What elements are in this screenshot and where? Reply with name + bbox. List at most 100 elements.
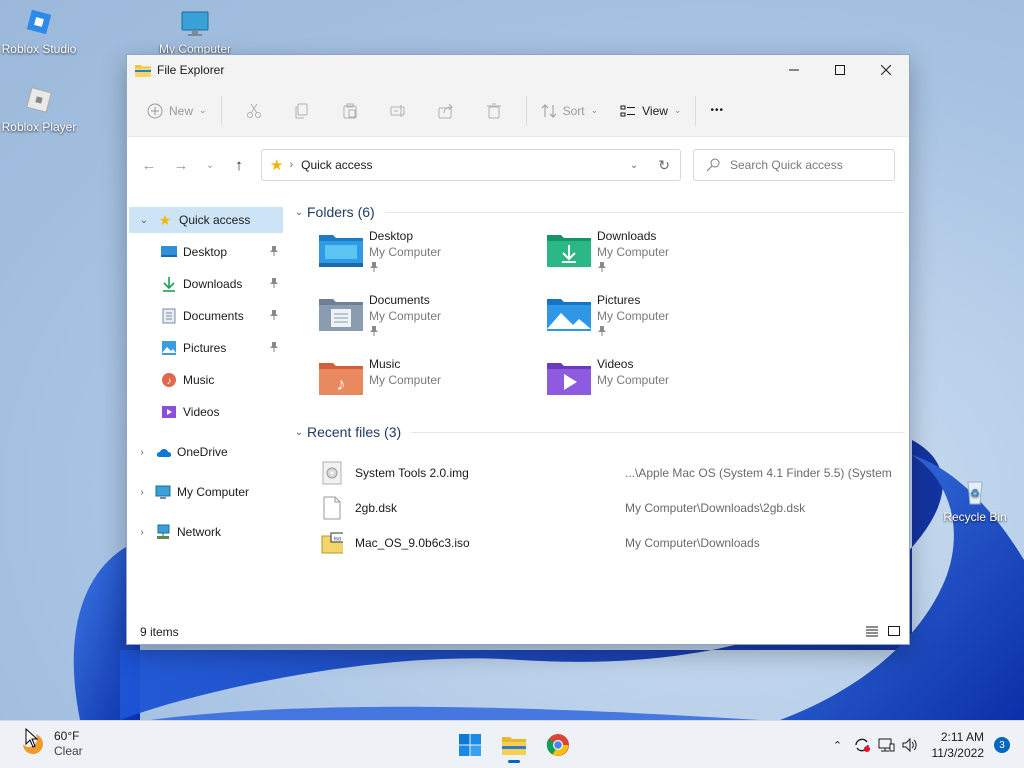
chevron-right-icon: ›: [140, 486, 144, 498]
folder-tile-pictures[interactable]: Pictures My Computer: [547, 293, 775, 345]
desktop-icon-recycle-bin[interactable]: ♻ Recycle Bin: [935, 476, 1015, 524]
documents-folder-icon: [319, 299, 363, 331]
divider: [695, 95, 697, 126]
close-button[interactable]: [863, 55, 909, 85]
desktop-icon-roblox-studio[interactable]: Roblox Studio: [0, 8, 79, 56]
share-icon: [438, 103, 453, 118]
chevron-down-icon: ⌄: [590, 105, 599, 115]
recent-locations-button[interactable]: ⌄: [197, 149, 223, 181]
paste-button[interactable]: [326, 95, 374, 127]
nav-music[interactable]: ♪ Music: [127, 367, 283, 393]
network-status-icon[interactable]: [874, 737, 898, 753]
view-button[interactable]: View ⌄: [614, 95, 687, 127]
notification-badge[interactable]: 3: [994, 737, 1010, 753]
share-button[interactable]: [422, 95, 470, 127]
new-button[interactable]: New ⌄: [141, 95, 213, 127]
pin-icon[interactable]: [269, 309, 279, 324]
pictures-folder-icon: [547, 299, 591, 331]
title-bar[interactable]: File Explorer: [127, 55, 909, 85]
nav-network[interactable]: › Network: [127, 519, 283, 545]
recent-header-label: Recent files (3): [307, 424, 402, 440]
desktop-icon-label: Roblox Player: [1, 120, 77, 134]
taskbar-file-explorer[interactable]: [496, 727, 532, 763]
folder-location: My Computer: [597, 373, 670, 387]
cut-button[interactable]: [230, 95, 278, 127]
video-icon: [161, 404, 177, 420]
recent-file-row[interactable]: System Tools 2.0.img ...\Apple Mac OS (S…: [291, 455, 909, 490]
folder-location: My Computer: [369, 373, 442, 387]
disk-image-icon: [321, 461, 343, 485]
view-label: View: [642, 103, 668, 118]
pin-icon[interactable]: [269, 277, 279, 292]
sort-button[interactable]: Sort ⌄: [535, 95, 605, 127]
monitor-icon: [179, 8, 211, 40]
desktop-icon-my-computer[interactable]: My Computer: [155, 8, 235, 56]
chevron-down-icon: ⌄: [294, 206, 304, 218]
roblox-player-icon: [23, 86, 55, 118]
nav-label: My Computer: [177, 485, 250, 499]
svg-text:♪: ♪: [337, 374, 346, 394]
volume-icon[interactable]: [898, 737, 922, 753]
recent-file-row[interactable]: iso Mac_OS_9.0b6c3.iso My Computer\Downl…: [291, 525, 909, 560]
nav-videos[interactable]: Videos: [127, 399, 283, 425]
delete-button[interactable]: [470, 95, 518, 127]
pin-icon: [369, 325, 441, 340]
refresh-icon[interactable]: ↻: [658, 157, 670, 174]
pin-icon: [597, 261, 669, 276]
maximize-icon: [835, 65, 845, 75]
folders-grid: Desktop My Computer Downloads My Compute…: [319, 229, 909, 409]
taskbar-chrome[interactable]: [540, 727, 576, 763]
folder-tile-videos[interactable]: Videos My Computer: [547, 357, 775, 409]
desktop-icon-roblox-player[interactable]: Roblox Player: [0, 86, 79, 134]
more-button[interactable]: •••: [704, 95, 730, 127]
folder-tile-documents[interactable]: Documents My Computer: [319, 293, 547, 345]
forward-button[interactable]: →: [165, 149, 197, 181]
desktop-folder-icon: [161, 244, 177, 260]
start-button[interactable]: [452, 727, 488, 763]
address-bar[interactable]: ★ › Quick access ⌄ ↻: [261, 149, 681, 181]
search-box[interactable]: Search Quick access: [693, 149, 895, 181]
nav-label: Music: [183, 373, 215, 387]
recent-file-path: ...\Apple Mac OS (System 4.1 Finder 5.5)…: [625, 465, 895, 480]
nav-desktop[interactable]: Desktop: [127, 239, 283, 265]
up-button[interactable]: ↑: [223, 149, 255, 181]
folder-location: My Computer: [597, 309, 670, 323]
monitor-icon: [155, 484, 171, 500]
nav-onedrive[interactable]: › OneDrive: [127, 439, 283, 465]
details-view-icon[interactable]: [865, 625, 879, 640]
nav-documents[interactable]: Documents: [127, 303, 283, 329]
recent-section-header[interactable]: ⌄ Recent files (3): [291, 421, 909, 443]
nav-pictures[interactable]: Pictures: [127, 335, 283, 361]
rename-button[interactable]: [374, 95, 422, 127]
folder-name: Pictures: [597, 293, 641, 307]
arrow-left-icon: ←: [141, 156, 157, 174]
nav-quick-access[interactable]: ⌄ ★ Quick access: [129, 207, 283, 233]
maximize-button[interactable]: [817, 55, 863, 85]
scissors-icon: [246, 103, 261, 118]
address-dropdown-icon[interactable]: ⌄: [630, 160, 638, 171]
recent-file-row[interactable]: 2gb.dsk My Computer\Downloads\2gb.dsk: [291, 490, 909, 525]
sync-icon[interactable]: [850, 737, 874, 753]
back-button[interactable]: ←: [133, 149, 165, 181]
show-hidden-icons-chevron-up-icon[interactable]: ⌃: [826, 739, 850, 752]
breadcrumb[interactable]: Quick access: [301, 158, 372, 172]
clock[interactable]: 2:11 AM 11/3/2022: [932, 729, 985, 761]
nav-my-computer[interactable]: › My Computer: [127, 479, 283, 505]
chrome-icon: [546, 734, 569, 756]
weather-condition: Clear: [54, 744, 83, 758]
folder-tile-music[interactable]: ♪ Music My Computer: [319, 357, 547, 409]
nav-label: Desktop: [183, 245, 228, 259]
pin-icon[interactable]: [269, 245, 279, 260]
divider: [384, 211, 905, 213]
folder-tile-downloads[interactable]: Downloads My Computer: [547, 229, 775, 281]
folders-section-header[interactable]: ⌄ Folders (6): [291, 201, 909, 223]
windows-logo-icon: [459, 734, 481, 756]
document-icon: [161, 308, 177, 324]
nav-downloads[interactable]: Downloads: [127, 271, 283, 297]
copy-button[interactable]: [278, 95, 326, 127]
pin-icon[interactable]: [269, 341, 279, 356]
folder-name: Downloads: [597, 229, 657, 243]
folder-tile-desktop[interactable]: Desktop My Computer: [319, 229, 547, 281]
tiles-view-icon[interactable]: [887, 625, 901, 640]
minimize-button[interactable]: [771, 55, 817, 85]
